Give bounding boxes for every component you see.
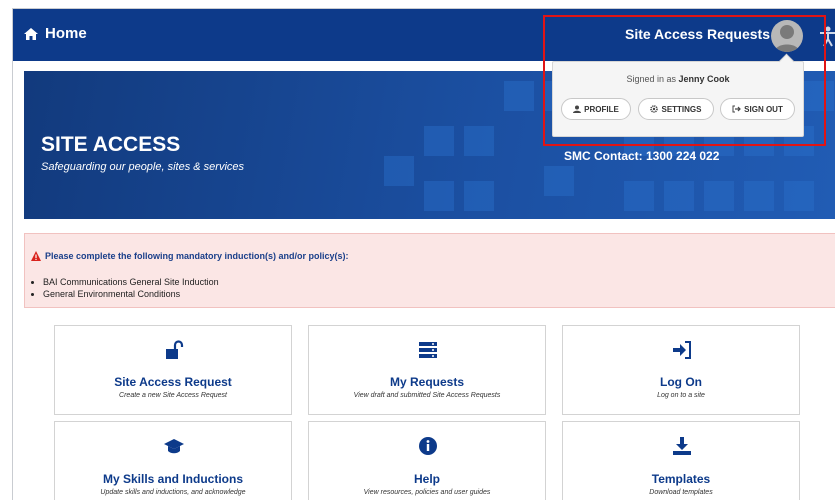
sign-out-button[interactable]: SIGN OUT xyxy=(720,98,795,120)
tile-description: Download templates xyxy=(649,489,713,496)
profile-label: PROFILE xyxy=(584,104,619,114)
tile-description: View resources, policies and user guides xyxy=(363,489,491,496)
graduation-cap-icon xyxy=(164,439,184,454)
mandatory-induction-alert: Please complete the following mandatory … xyxy=(24,233,835,308)
tile-my-requests[interactable]: My Requests View draft and submitted Sit… xyxy=(308,325,546,415)
hero-subtitle: Safeguarding our people, sites & service… xyxy=(41,161,245,173)
home-link[interactable]: Home xyxy=(23,25,87,42)
gear-icon xyxy=(650,105,659,113)
user-menu-dropdown: Signed in as Jenny Cook PROFILE SETTINGS… xyxy=(552,53,804,137)
warning-icon xyxy=(31,251,41,261)
tile-site-access-request[interactable]: Site Access Request Create a new Site Ac… xyxy=(54,325,292,415)
tile-description: Create a new Site Access Request xyxy=(119,392,227,399)
tile-description: View draft and submitted Site Access Req… xyxy=(353,392,501,399)
tile-description: Log on to a site xyxy=(657,392,705,399)
sign-out-label: SIGN OUT xyxy=(744,104,783,114)
smc-contact: SMC Contact: 1300 224 022 xyxy=(564,149,720,163)
tile-title: Help xyxy=(413,472,440,486)
tile-title: My Requests xyxy=(389,375,465,389)
tile-title: Templates xyxy=(651,472,711,486)
user-name: Jenny Cook xyxy=(678,74,730,84)
tile-my-skills-and-inductions[interactable]: My Skills and Inductions Update skills a… xyxy=(54,421,292,500)
app-title[interactable]: Site Access Requests xyxy=(625,26,770,42)
tile-log-on[interactable]: Log On Log on to a site xyxy=(562,325,800,415)
tile-title: Log On xyxy=(660,375,702,389)
sign-out-icon xyxy=(732,105,742,113)
signed-in-prefix: Signed in as xyxy=(626,74,676,84)
signed-in-text: Signed in as Jenny Cook xyxy=(553,74,803,84)
home-label: Home xyxy=(45,25,87,42)
tile-help[interactable]: Help View resources, policies and user g… xyxy=(308,421,546,500)
alert-title: Please complete the following mandatory … xyxy=(31,251,349,261)
tile-templates[interactable]: Templates Download templates xyxy=(562,421,800,500)
accessibility-icon[interactable] xyxy=(816,25,835,47)
download-icon xyxy=(673,437,691,455)
home-icon xyxy=(24,27,38,40)
server-list-icon xyxy=(419,342,437,358)
induction-list: BAI Communications General Site Inductio… xyxy=(33,276,219,300)
unlock-icon xyxy=(166,340,184,359)
settings-label: SETTINGS xyxy=(661,104,702,114)
tile-description: Update skills and inductions, and acknow… xyxy=(100,489,246,496)
info-circle-icon xyxy=(419,437,437,455)
profile-button[interactable]: PROFILE xyxy=(561,98,631,120)
user-silhouette-icon xyxy=(775,25,799,52)
settings-button[interactable]: SETTINGS xyxy=(638,98,714,120)
sign-in-icon xyxy=(673,341,691,359)
app-window: Home Site Access Requests SITE ACCESS Sa… xyxy=(12,8,835,500)
alert-title-text: Please complete the following mandatory … xyxy=(45,251,349,261)
user-avatar[interactable] xyxy=(771,20,803,52)
user-icon xyxy=(573,105,582,113)
tile-title: My Skills and Inductions xyxy=(102,472,244,486)
top-navigation-bar: Home Site Access Requests xyxy=(13,9,835,61)
hero-title: SITE ACCESS xyxy=(41,133,181,156)
list-item[interactable]: General Environmental Conditions xyxy=(43,288,219,300)
tile-title: Site Access Request xyxy=(114,375,232,389)
list-item[interactable]: BAI Communications General Site Inductio… xyxy=(43,276,219,288)
